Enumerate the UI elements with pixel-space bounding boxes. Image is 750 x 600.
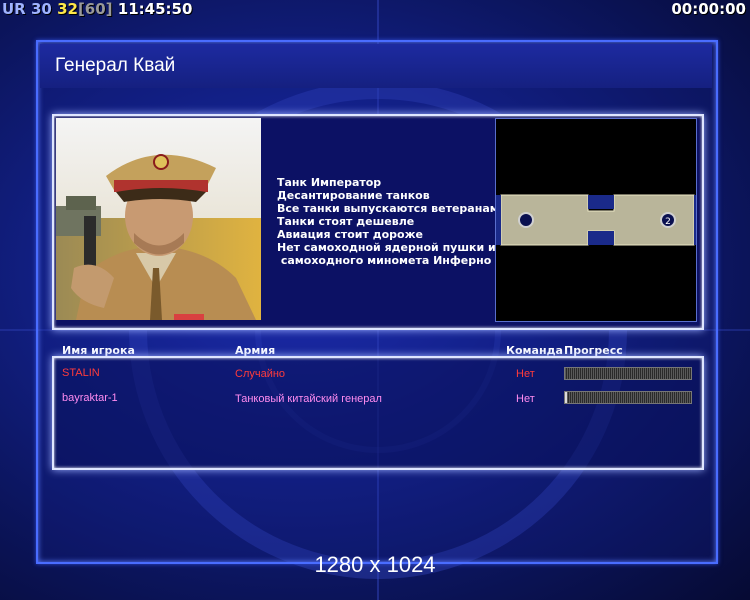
page-title: Генерал Квай — [55, 55, 176, 76]
start-position-1-icon — [518, 212, 534, 228]
resolution-label: 1280 x 1024 — [314, 552, 436, 577]
game-timer: 00:00:00 — [671, 0, 746, 18]
general-portrait — [56, 118, 261, 320]
general-traits: Танк Император Десантирование танков Все… — [277, 176, 506, 267]
player-army-select[interactable]: Танковый китайский генерал — [235, 393, 382, 405]
player-name: STALIN — [62, 367, 100, 379]
trait-line: Все танки выпускаются ветеранами — [277, 202, 507, 215]
hud-frame-max: [60] — [77, 0, 113, 18]
hud-clock: 11:45:50 — [117, 0, 193, 18]
player-army-select[interactable]: Случайно — [235, 368, 285, 380]
trait-line: Нет самоходной ядерной пушки и — [277, 241, 496, 254]
trait-line: Авиация стоит дороже — [277, 228, 424, 241]
player-name: bayraktar-1 — [62, 392, 118, 404]
trait-line: Танк Император — [277, 176, 382, 189]
player-progress-bar — [564, 367, 692, 380]
player-team-select[interactable]: Нет — [516, 393, 535, 405]
hud-frame: 32 — [57, 0, 78, 18]
hud-fps: 30 — [30, 0, 52, 18]
map-preview[interactable]: 2 — [495, 118, 697, 322]
start-position-2-label: 2 — [665, 217, 671, 227]
player-team-select[interactable]: Нет — [516, 368, 535, 380]
fps-counter: UR 30 32[60] 11:45:50 — [2, 0, 192, 18]
trait-line: Десантирование танков — [277, 189, 430, 202]
hud-prefix: UR — [2, 0, 26, 18]
trait-line: самоходного миномета Инферно — [277, 254, 492, 267]
player-progress-bar — [564, 391, 692, 404]
trait-line: Танки стоят дешевле — [277, 215, 415, 228]
progress-fill — [565, 392, 567, 403]
